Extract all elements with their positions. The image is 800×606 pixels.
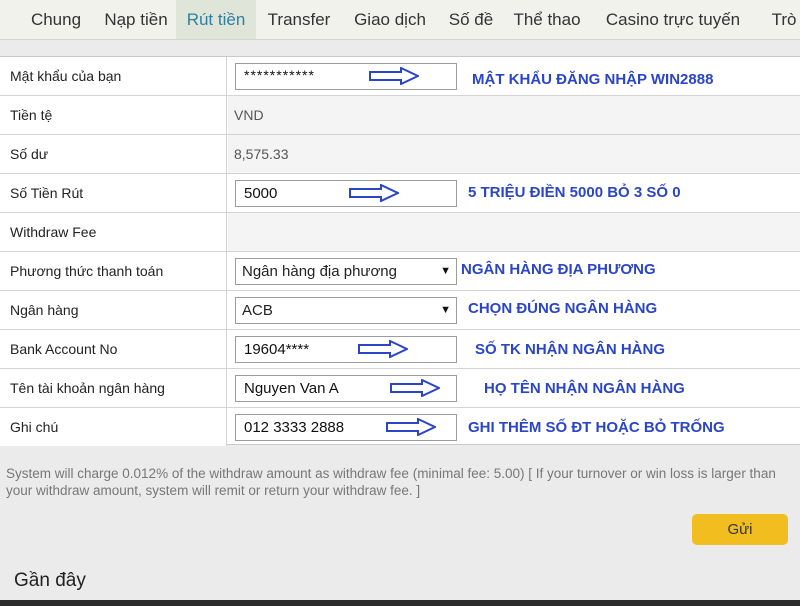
account-no-cell: 19604**** SỐ TK NHẬN NGÂN HÀNG [228, 330, 800, 368]
account-no-label: Bank Account No [0, 330, 227, 368]
currency-value: VND [234, 107, 264, 123]
row-bank: Ngân hàng ACB ▼ CHỌN ĐÚNG NGÂN HÀNG [0, 291, 800, 330]
amount-annotation: 5 TRIỆU ĐIỀN 5000 BỎ 3 SỐ 0 [468, 184, 681, 201]
row-account-name: Tên tài khoản ngân hàng Nguyen Van A HỌ … [0, 369, 800, 408]
note-annotation: GHI THÊM SỐ ĐT HOẶC BỎ TRỐNG [468, 419, 725, 436]
tab-transfer[interactable]: Transfer [256, 0, 342, 39]
currency-cell: VND [228, 96, 800, 134]
account-name-annotation: HỌ TÊN NHẬN NGÂN HÀNG [484, 380, 685, 397]
row-account-no: Bank Account No 19604**** SỐ TK NHẬN NGÂ… [0, 330, 800, 369]
withdraw-form: Mật khẩu của bạn *********** MẬT KHẨU ĐĂ… [0, 56, 800, 447]
withdraw-fee-label: Withdraw Fee [0, 213, 227, 251]
right-arrow-icon [386, 418, 436, 436]
password-label: Mật khẩu của bạn [0, 57, 227, 95]
bank-annotation: CHỌN ĐÚNG NGÂN HÀNG [468, 300, 658, 317]
payment-method-select[interactable]: Ngân hàng địa phương ▼ [235, 258, 457, 285]
tab-giao-dich[interactable]: Giao dịch [342, 0, 438, 39]
balance-label: Số dư [0, 135, 227, 173]
password-input[interactable]: *********** [235, 63, 457, 90]
row-currency: Tiền tệ VND [0, 96, 800, 135]
tab-the-thao[interactable]: Thể thao [504, 0, 590, 39]
account-no-input[interactable]: 19604**** [235, 336, 457, 363]
row-note: Ghi chú 012 3333 2888 GHI THÊM SỐ ĐT HOẶ… [0, 408, 800, 447]
payment-method-label: Phương thức thanh toán [0, 252, 227, 290]
note-cell: 012 3333 2888 GHI THÊM SỐ ĐT HOẶC BỎ TRỐ… [228, 408, 800, 446]
payment-method-cell: Ngân hàng địa phương ▼ NGÂN HÀNG ĐỊA PHƯ… [228, 252, 800, 290]
dropdown-arrow-icon: ▼ [440, 265, 451, 277]
tab-tro[interactable]: Trò [756, 0, 800, 39]
balance-value: 8,575.33 [234, 146, 289, 162]
right-arrow-icon [349, 184, 399, 202]
bank-label: Ngân hàng [0, 291, 227, 329]
password-cell: *********** MẬT KHẨU ĐĂNG NHẬP WIN2888 [228, 57, 800, 95]
dropdown-arrow-icon: ▼ [440, 304, 451, 316]
amount-cell: 5000 5 TRIỆU ĐIỀN 5000 BỎ 3 SỐ 0 [228, 174, 800, 212]
account-no-annotation: SỐ TK NHẬN NGÂN HÀNG [475, 341, 665, 358]
amount-input[interactable]: 5000 [235, 180, 457, 207]
withdraw-fee-info: System will charge 0.012% of the withdra… [6, 466, 776, 498]
row-balance: Số dư 8,575.33 [0, 135, 800, 174]
right-arrow-icon [369, 67, 419, 85]
balance-cell: 8,575.33 [228, 135, 800, 173]
row-amount: Số Tiền Rút 5000 5 TRIỆU ĐIỀN 5000 BỎ 3 … [0, 174, 800, 213]
top-nav-tabs: Chung Nạp tiền Rút tiền Transfer Giao dị… [0, 0, 800, 40]
tab-so-de[interactable]: Số đề [438, 0, 504, 39]
account-name-label: Tên tài khoản ngân hàng [0, 369, 227, 407]
bank-selected: ACB [242, 302, 273, 319]
account-name-cell: Nguyen Van A HỌ TÊN NHẬN NGÂN HÀNG [228, 369, 800, 407]
row-password: Mật khẩu của bạn *********** MẬT KHẨU ĐĂ… [0, 57, 800, 96]
bank-select[interactable]: ACB ▼ [235, 297, 457, 324]
password-annotation: MẬT KHẨU ĐĂNG NHẬP WIN2888 [472, 71, 714, 88]
currency-label: Tiền tệ [0, 96, 227, 134]
submit-button[interactable]: Gửi [692, 514, 788, 545]
tab-chung[interactable]: Chung [16, 0, 96, 39]
tab-casino[interactable]: Casino trực tuyến [590, 0, 756, 39]
payment-method-annotation: NGÂN HÀNG ĐỊA PHƯƠNG [461, 261, 656, 278]
payment-method-selected: Ngân hàng địa phương [242, 263, 397, 280]
right-arrow-icon [390, 379, 440, 397]
withdraw-fee-cell [228, 213, 800, 251]
row-withdraw-fee: Withdraw Fee [0, 213, 800, 252]
recent-table-header [0, 600, 800, 606]
row-payment-method: Phương thức thanh toán Ngân hàng địa phư… [0, 252, 800, 291]
amount-label: Số Tiền Rút [0, 174, 227, 212]
tab-nap-tien[interactable]: Nạp tiền [96, 0, 176, 39]
note-label: Ghi chú [0, 408, 227, 446]
tab-rut-tien[interactable]: Rút tiền [176, 0, 256, 39]
recent-section-title: Gần đây [14, 570, 86, 591]
right-arrow-icon [358, 340, 408, 358]
bank-cell: ACB ▼ CHỌN ĐÚNG NGÂN HÀNG [228, 291, 800, 329]
